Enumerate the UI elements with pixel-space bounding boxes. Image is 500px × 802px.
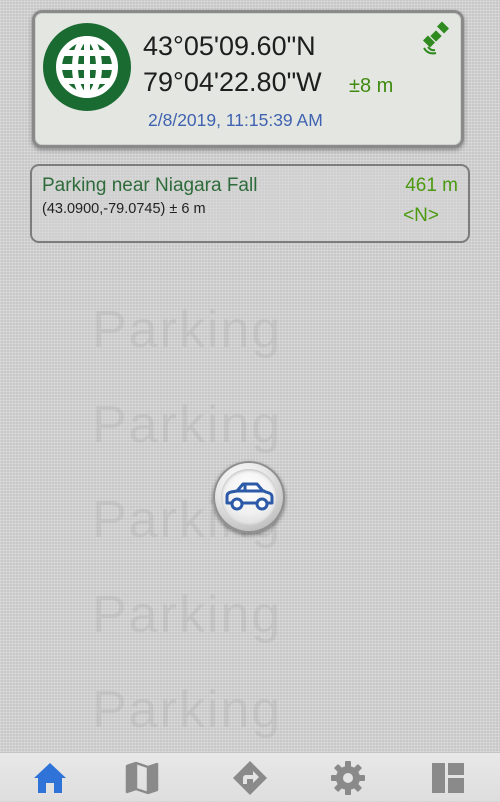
dashboard-icon — [432, 763, 464, 793]
watermark-text: Parking — [92, 681, 283, 739]
timestamp: 2/8/2019, 11:15:39 AM — [148, 110, 323, 130]
directions-icon — [233, 761, 267, 795]
nav-home[interactable] — [30, 759, 70, 797]
nav-directions[interactable] — [230, 759, 270, 797]
map-icon — [125, 761, 159, 795]
accuracy-value: ±8 m — [349, 75, 394, 97]
nav-map[interactable] — [122, 759, 162, 797]
gear-icon — [331, 761, 365, 795]
nav-settings[interactable] — [328, 759, 368, 797]
parking-distance: 461 m — [405, 175, 458, 196]
parking-location-card[interactable]: Parking near Niagara Fall (43.0900,-79.0… — [30, 164, 470, 243]
globe-icon — [43, 23, 131, 111]
current-position-card[interactable]: 43°05'09.60"N 79°04'22.80"W ±8 m 2/8/201… — [32, 10, 464, 148]
longitude-value: 79°04'22.80"W — [143, 67, 322, 97]
car-icon — [225, 482, 274, 511]
save-parking-button[interactable] — [213, 461, 285, 533]
parking-name: Parking near Niagara Fall — [42, 175, 258, 196]
bottom-navigation — [0, 752, 500, 801]
satellite-icon — [422, 21, 450, 55]
latitude-value: 43°05'09.60"N — [143, 31, 316, 61]
watermark-text: Parking — [92, 586, 283, 644]
watermark-text: Parking — [92, 396, 283, 454]
watermark-text: Parking — [92, 301, 283, 359]
nav-dashboard[interactable] — [428, 759, 468, 797]
parking-coordinates: (43.0900,-79.0745) ± 6 m — [42, 201, 206, 217]
parking-direction: <N> — [403, 205, 439, 226]
home-icon — [34, 763, 66, 793]
